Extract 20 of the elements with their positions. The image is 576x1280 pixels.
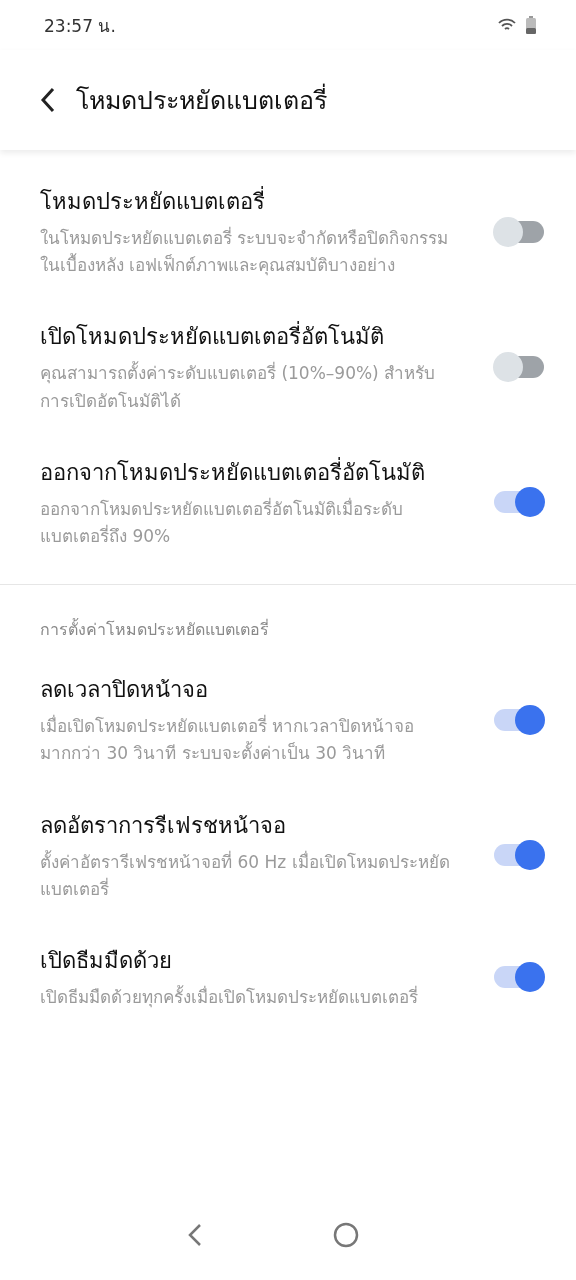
page-title: โหมดประหยัดแบตเตอรี่ [76, 80, 327, 120]
setting-description: คุณสามารถตั้งค่าระดับแบตเตอรี่ (10%–90%) สำหรับการเปิดอัตโนมัติได้ [40, 360, 437, 413]
setting-description: ในโหมดประหยัดแบตเตอรี่ ระบบจะจำกัดหรือปิดกิจกรรมในเบื้องหลัง เอฟเฟ็กต์ภาพและคุณสมบัติบางอย่าง [40, 225, 450, 278]
setting-title: โหมดประหยัดแบตเตอรี่ [40, 184, 464, 219]
back-nav-button[interactable] [187, 1223, 203, 1247]
battery-icon [526, 16, 536, 34]
status-time: 23:57 น. [44, 14, 116, 38]
setting-description: เปิดธีมมืดด้วยทุกครั้งเมื่อเปิดโหมดประหยัดแบตเตอรี่ [40, 984, 419, 1010]
back-button[interactable] [40, 87, 56, 113]
wifi-icon [498, 18, 516, 32]
home-nav-button[interactable] [333, 1222, 359, 1248]
setting-title: ลดอัตราการรีเฟรชหน้าจอ [40, 811, 287, 840]
section-heading: การตั้งค่าโหมดประหยัดแบตเตอรี่ [39, 617, 270, 642]
setting-title: ออกจากโหมดประหยัดแบตเตอรี่อัตโนมัติ [40, 456, 426, 487]
setting-title: ลดเวลาปิดหน้าจอ [40, 676, 209, 705]
setting-title: เปิดโหมดประหยัดแบตเตอรี่อัตโนมัติ [40, 319, 464, 355]
setting-description: ออกจากโหมดประหยัดแบตเตอรี่อัตโนมัติเมื่อระดับแบตเตอรี่ถึง 90% [40, 496, 404, 548]
setting-description: ตั้งค่าอัตรารีเฟรชหน้าจอที่ 60 Hz เมื่อเปิดโหมดประหยัดแบตเตอรี่ [40, 849, 451, 901]
setting-title: เปิดธีมมืดด้วย [40, 946, 173, 975]
setting-description: เมื่อเปิดโหมดประหยัดแบตเตอรี่ หากเวลาปิดหน้าจอมากกว่า 30 วินาที ระบบจะตั้งค่าเป็น 30 วินาที [40, 713, 416, 766]
